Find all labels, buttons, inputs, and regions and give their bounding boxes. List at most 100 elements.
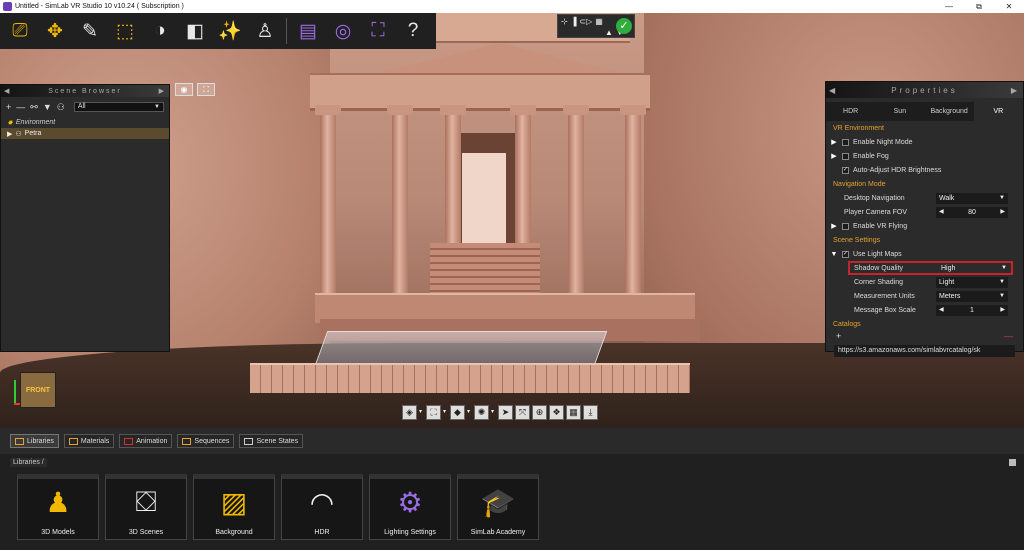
- viewport-frame-icon[interactable]: ⛶: [197, 83, 215, 96]
- library-item-3d-models[interactable]: ♟ 3D Models: [17, 474, 99, 540]
- expand-arrow-icon[interactable]: ▼: [829, 251, 839, 258]
- library-item-lighting-settings[interactable]: ⚙ Lighting Settings: [369, 474, 451, 540]
- corner-shading-select[interactable]: Light ▼: [936, 276, 1008, 288]
- enable-night-mode-checkbox[interactable]: [842, 138, 849, 146]
- measurement-units-select[interactable]: Meters ▼: [936, 290, 1008, 302]
- collapse-left-icon[interactable]: ◀: [829, 86, 838, 95]
- properties-panel: ◀ Properties ▶ HDR Sun Background VR VR …: [825, 81, 1024, 357]
- camera-icon[interactable]: ⊂▷: [579, 17, 592, 26]
- layers-icon[interactable]: ❖: [549, 404, 564, 420]
- export-button[interactable]: ♙: [249, 16, 281, 46]
- tab-vr[interactable]: VR: [973, 102, 1023, 121]
- main-toolbar: ⎚ ✥ ✎ ⬚ ◑ ◧ ✨ ♙ ▤ ◎ ⛶?: [0, 13, 436, 49]
- auto-adjust-checkbox[interactable]: ✓: [842, 166, 849, 174]
- light-maps-row: ▼ ✓ Use Light Maps: [826, 247, 1023, 261]
- effects-button[interactable]: ✨: [214, 16, 246, 46]
- message-box-scale-stepper[interactable]: ◀ 1 ▶: [936, 304, 1008, 316]
- animation-button[interactable]: ◧: [179, 16, 211, 46]
- vr-button[interactable]: ◎: [327, 16, 359, 46]
- decrement-icon[interactable]: ◀: [939, 207, 944, 218]
- snap-down-icon[interactable]: ⤓: [583, 404, 598, 420]
- chevron-down-icon: ▼: [999, 194, 1005, 201]
- tab-libraries[interactable]: Libraries: [10, 434, 59, 448]
- expand-arrow-icon[interactable]: ▶: [7, 130, 12, 138]
- breadcrumb[interactable]: Libraries /: [10, 458, 47, 467]
- transform-button[interactable]: ✥: [39, 16, 71, 46]
- catalog-url-field[interactable]: https://s3.amazonaws.com/simlabvrcatalog…: [834, 345, 1015, 357]
- scene-states-button[interactable]: ▤: [292, 16, 324, 46]
- tab-hdr[interactable]: HDR: [826, 102, 875, 121]
- dropdown-arrow-icon[interactable]: ▾: [467, 406, 472, 418]
- expand-arrow-icon[interactable]: ▶: [829, 152, 839, 160]
- light-icon[interactable]: ✺: [474, 404, 489, 420]
- arrow-up-icon[interactable]: ▲: [605, 28, 613, 37]
- tab-background[interactable]: Background: [925, 102, 974, 121]
- grid-icon[interactable]: ▦: [566, 404, 581, 420]
- collapse-right-icon[interactable]: ▶: [159, 87, 166, 95]
- maximize-button[interactable]: ⧉: [964, 0, 994, 13]
- remove-catalog-icon[interactable]: —: [1004, 331, 1013, 342]
- material-button[interactable]: ◑: [144, 16, 176, 46]
- dropdown-arrow-icon[interactable]: ▾: [419, 406, 424, 418]
- tab-materials[interactable]: Materials: [63, 434, 115, 448]
- expand-arrow-icon[interactable]: ▶: [829, 222, 839, 230]
- scene-filter-select[interactable]: All ▼: [73, 102, 164, 112]
- petra-model[interactable]: [300, 13, 700, 343]
- close-button[interactable]: ✕: [994, 0, 1024, 13]
- binoculars-icon[interactable]: ⚇: [57, 102, 65, 113]
- library-item-3d-scenes[interactable]: ⛋ 3D Scenes: [105, 474, 187, 540]
- link-icon[interactable]: ⚯: [30, 102, 38, 113]
- vr-flying-checkbox[interactable]: [842, 222, 849, 230]
- open-button[interactable]: ⎚: [4, 16, 36, 46]
- tab-animation[interactable]: Animation: [119, 434, 173, 448]
- dropdown-arrow-icon[interactable]: ▾: [491, 406, 496, 418]
- add-catalog-icon[interactable]: +: [836, 331, 841, 342]
- zoom-icon[interactable]: ⊕: [532, 404, 547, 420]
- tree-item-petra[interactable]: ▶ ⚇ Petra: [1, 128, 169, 139]
- enable-fog-checkbox[interactable]: [842, 152, 849, 160]
- edit-button[interactable]: ✎: [74, 16, 106, 46]
- light-maps-label: Use Light Maps: [853, 250, 902, 258]
- add-icon[interactable]: +: [6, 102, 11, 112]
- transform-icon[interactable]: ⤧: [515, 404, 530, 420]
- remove-icon[interactable]: —: [16, 102, 25, 112]
- select-arrow-icon[interactable]: ➤: [498, 404, 513, 420]
- grid-icon[interactable]: ▦: [595, 17, 603, 26]
- filter-icon[interactable]: ▼: [43, 102, 52, 112]
- selection-button[interactable]: ⬚: [109, 16, 141, 46]
- increment-icon[interactable]: ▶: [1000, 207, 1005, 218]
- increment-icon[interactable]: ▶: [1000, 305, 1005, 316]
- tab-sequences[interactable]: Sequences: [177, 434, 235, 448]
- help-button[interactable]: ?: [397, 16, 429, 46]
- tab-sun[interactable]: Sun: [875, 102, 924, 121]
- zoom-extents-icon[interactable]: ⛶: [426, 404, 441, 420]
- auto-adjust-row: ✓ Auto-Adjust HDR Brightness: [826, 163, 1023, 177]
- library-item-simlab-academy[interactable]: 🎓 SimLab Academy: [457, 474, 539, 540]
- collapse-right-icon[interactable]: ▶: [1011, 86, 1020, 95]
- library-item-hdr[interactable]: ◠ HDR: [281, 474, 363, 540]
- grid-toggle-icon[interactable]: [1009, 459, 1016, 466]
- confirm-check-icon[interactable]: ✓: [616, 18, 632, 34]
- presenter-button[interactable]: ⛶: [362, 16, 394, 46]
- corner-shading-value: Light: [939, 278, 955, 286]
- view-bar-icon[interactable]: ▐: [571, 17, 577, 26]
- fit-view-icon[interactable]: ⊹: [561, 17, 568, 26]
- desktop-navigation-select[interactable]: Walk ▼: [936, 192, 1008, 204]
- light-maps-checkbox[interactable]: ✓: [842, 250, 849, 258]
- dropdown-arrow-icon[interactable]: ▾: [443, 406, 448, 418]
- tab-scene-states[interactable]: Scene States: [239, 434, 304, 448]
- collapse-left-icon[interactable]: ◀: [4, 87, 11, 95]
- minimize-button[interactable]: —: [934, 0, 964, 13]
- camera-fov-stepper[interactable]: ◀ 80 ▶: [936, 206, 1008, 218]
- vr-flying-label: Enable VR Flying: [853, 222, 908, 230]
- view-cube[interactable]: FRONT: [20, 372, 56, 408]
- view-mode-icon[interactable]: ◈: [402, 404, 417, 420]
- decrement-icon[interactable]: ◀: [939, 305, 944, 316]
- open-folder-icon: ⎚: [12, 20, 28, 41]
- expand-arrow-icon[interactable]: ▶: [829, 138, 839, 146]
- shadow-quality-select[interactable]: High ▼: [938, 263, 1010, 274]
- shading-icon[interactable]: ◆: [450, 404, 465, 420]
- camera-snapshot-icon[interactable]: ◉: [175, 83, 193, 96]
- library-item-background[interactable]: ▨ Background: [193, 474, 275, 540]
- tree-item-environment[interactable]: ✸ Environment: [1, 117, 169, 128]
